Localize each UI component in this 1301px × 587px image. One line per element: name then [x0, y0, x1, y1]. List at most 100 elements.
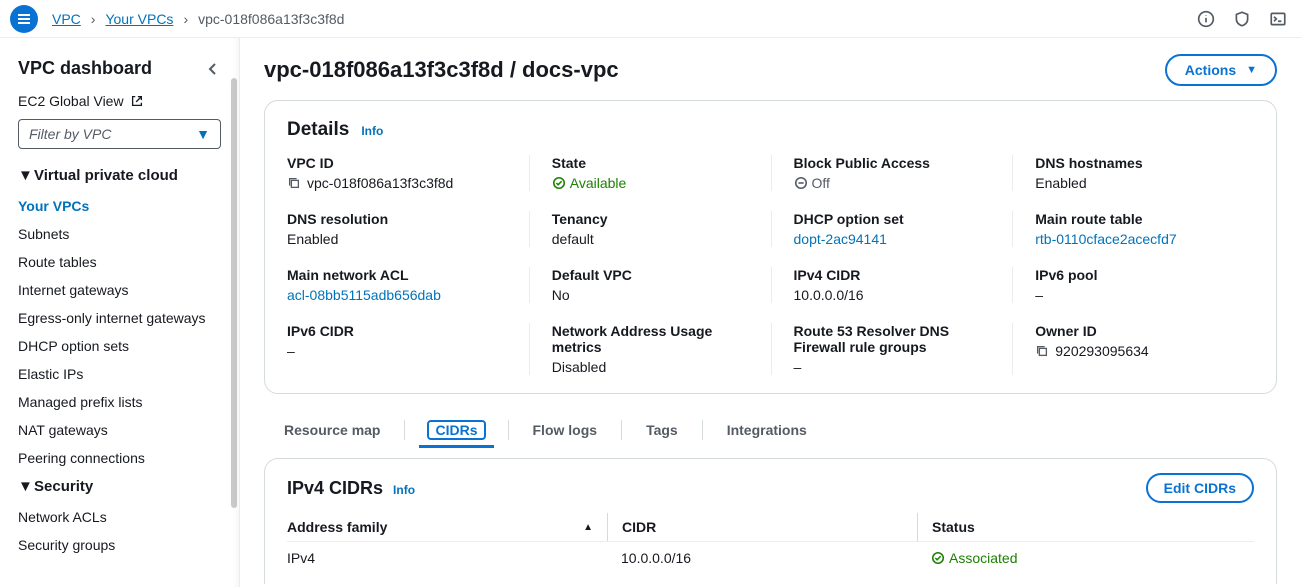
- info-icon[interactable]: [1197, 10, 1215, 28]
- dns-resolution-value: Enabled: [287, 231, 507, 247]
- dhcp-link[interactable]: dopt-2ac94141: [794, 231, 991, 247]
- ipv4-cidrs-title: IPv4 CIDRs: [287, 478, 383, 499]
- disclosure-triangle-icon: ▼: [18, 478, 28, 495]
- owner-label: Owner ID: [1035, 323, 1232, 339]
- vpc-id-label: VPC ID: [287, 155, 507, 171]
- sidebar-item-subnets[interactable]: Subnets: [18, 220, 221, 248]
- top-bar: VPC › Your VPCs › vpc-018f086a13f3c3f8d: [0, 0, 1301, 38]
- cloudshell-icon[interactable]: [1269, 10, 1287, 28]
- main-route-table-link[interactable]: rtb-0110cface2acecfd7: [1035, 231, 1232, 247]
- tab-cidrs[interactable]: CIDRs: [429, 412, 483, 448]
- details-card: Details Info VPC ID vpc-018f086a13f3c3f8…: [264, 100, 1277, 394]
- state-label: State: [552, 155, 749, 171]
- edit-cidrs-button[interactable]: Edit CIDRs: [1146, 473, 1254, 503]
- ipv6pool-label: IPv6 pool: [1035, 267, 1232, 283]
- bpa-label: Block Public Access: [794, 155, 991, 171]
- actions-label: Actions: [1185, 62, 1236, 78]
- tab-flow-logs[interactable]: Flow logs: [533, 412, 598, 448]
- tab-resource-map[interactable]: Resource map: [284, 412, 380, 448]
- r53-value: –: [794, 359, 991, 375]
- col-address-family[interactable]: Address family: [287, 513, 607, 541]
- copy-icon[interactable]: [1035, 344, 1049, 358]
- scrollbar[interactable]: [231, 78, 237, 508]
- tab-divider: [404, 420, 405, 440]
- tenancy-label: Tenancy: [552, 211, 749, 227]
- table-row: IPv4 10.0.0.0/16 Associated: [287, 542, 1254, 576]
- breadcrumb-current: vpc-018f086a13f3c3f8d: [198, 11, 344, 27]
- sidebar-item-network-acls[interactable]: Network ACLs: [18, 503, 221, 531]
- breadcrumb-vpc[interactable]: VPC: [52, 11, 81, 27]
- caret-down-icon: ▼: [1246, 64, 1257, 76]
- sidebar: VPC dashboard EC2 Global View Filter by …: [0, 38, 240, 587]
- chevron-right-icon: ›: [183, 11, 188, 27]
- col-cidr[interactable]: CIDR: [607, 513, 917, 541]
- dns-hostnames-label: DNS hostnames: [1035, 155, 1232, 171]
- sidebar-item-peering-connections[interactable]: Peering connections: [18, 444, 221, 472]
- vpc-id-value: vpc-018f086a13f3c3f8d: [307, 175, 453, 191]
- external-link-icon: [130, 94, 144, 108]
- copy-icon[interactable]: [287, 176, 301, 190]
- dns-hostnames-value: Enabled: [1035, 175, 1232, 191]
- off-icon: Off: [794, 175, 830, 191]
- details-title: Details: [287, 119, 349, 141]
- info-link[interactable]: Info: [393, 483, 415, 497]
- ec2-global-view-link[interactable]: EC2 Global View: [18, 93, 144, 109]
- tenancy-value: default: [552, 231, 749, 247]
- ipv4-value: 10.0.0.0/16: [794, 287, 991, 303]
- naum-label: Network Address Usage metrics: [552, 323, 749, 355]
- hamburger-menu-button[interactable]: [10, 5, 38, 33]
- main-content: vpc-018f086a13f3c3f8d / docs-vpc Actions…: [240, 38, 1301, 587]
- default-vpc-label: Default VPC: [552, 267, 749, 283]
- nav-section-security[interactable]: ▼ Security: [18, 478, 221, 495]
- ipv6-label: IPv6 CIDR: [287, 323, 507, 339]
- sidebar-item-internet-gateways[interactable]: Internet gateways: [18, 276, 221, 304]
- breadcrumb-your-vpcs[interactable]: Your VPCs: [105, 11, 173, 27]
- sidebar-item-nat-gateways[interactable]: NAT gateways: [18, 416, 221, 444]
- acl-label: Main network ACL: [287, 267, 507, 283]
- tab-tags[interactable]: Tags: [646, 412, 678, 448]
- nav-section-vpc[interactable]: ▼ Virtual private cloud: [18, 167, 221, 184]
- sidebar-title: VPC dashboard: [18, 58, 152, 79]
- sidebar-item-managed-prefix-lists[interactable]: Managed prefix lists: [18, 388, 221, 416]
- cell-address-family: IPv4: [287, 550, 607, 568]
- breadcrumb: VPC › Your VPCs › vpc-018f086a13f3c3f8d: [52, 11, 344, 27]
- caret-down-icon: ▼: [196, 126, 210, 142]
- ipv6pool-value: –: [1035, 287, 1232, 303]
- dhcp-label: DHCP option set: [794, 211, 991, 227]
- filter-by-vpc-select[interactable]: Filter by VPC ▼: [18, 119, 221, 149]
- tab-divider: [508, 420, 509, 440]
- naum-value: Disabled: [552, 359, 749, 375]
- ec2-global-view-label: EC2 Global View: [18, 93, 124, 109]
- tab-divider: [621, 420, 622, 440]
- mrt-label: Main route table: [1035, 211, 1232, 227]
- ipv4-label: IPv4 CIDR: [794, 267, 991, 283]
- chevron-right-icon: ›: [91, 11, 96, 27]
- cell-cidr: 10.0.0.0/16: [607, 550, 917, 568]
- sidebar-item-your-vpcs[interactable]: Your VPCs: [18, 192, 221, 220]
- filter-placeholder: Filter by VPC: [29, 126, 111, 142]
- sidebar-item-route-tables[interactable]: Route tables: [18, 248, 221, 276]
- page-title: vpc-018f086a13f3c3f8d / docs-vpc: [264, 57, 619, 83]
- owner-id-value: 920293095634: [1055, 343, 1148, 359]
- status-associated: Associated: [931, 550, 1017, 566]
- tab-divider: [702, 420, 703, 440]
- actions-button[interactable]: Actions ▼: [1165, 54, 1277, 86]
- sidebar-item-dhcp-option-sets[interactable]: DHCP option sets: [18, 332, 221, 360]
- status-available: Available: [552, 175, 627, 191]
- shield-icon[interactable]: [1233, 10, 1251, 28]
- main-network-acl-link[interactable]: acl-08bb5115adb656dab: [287, 287, 507, 303]
- tab-integrations[interactable]: Integrations: [727, 412, 807, 448]
- info-link[interactable]: Info: [361, 124, 383, 138]
- sidebar-item-security-groups[interactable]: Security groups: [18, 531, 221, 559]
- sidebar-item-egress-only-igw[interactable]: Egress-only internet gateways: [18, 304, 221, 332]
- tabs: Resource map CIDRs Flow logs Tags Integr…: [264, 412, 1277, 448]
- collapse-sidebar-button[interactable]: [205, 61, 221, 77]
- tab-cidrs-label: CIDRs: [427, 420, 485, 440]
- ipv4-cidrs-card: IPv4 CIDRs Info Edit CIDRs Address famil…: [264, 458, 1277, 584]
- dns-resolution-label: DNS resolution: [287, 211, 507, 227]
- r53-label: Route 53 Resolver DNS Firewall rule grou…: [794, 323, 991, 355]
- sidebar-item-elastic-ips[interactable]: Elastic IPs: [18, 360, 221, 388]
- ipv6-value: –: [287, 343, 507, 359]
- col-status[interactable]: Status: [917, 513, 1254, 541]
- nav-section-title: Security: [34, 478, 93, 495]
